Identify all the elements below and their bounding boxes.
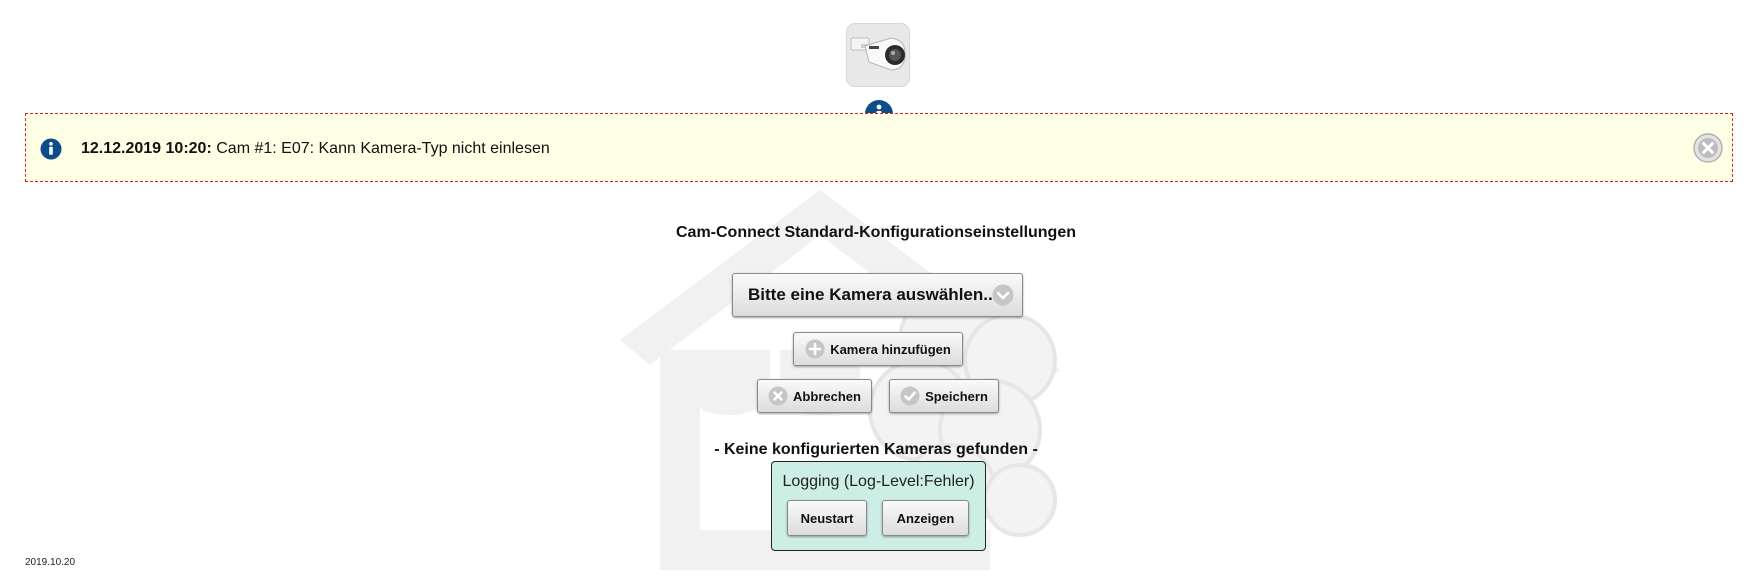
add-camera-label: Kamera hinzufügen [830, 341, 951, 357]
close-circle-icon[interactable] [1693, 133, 1723, 163]
restart-button[interactable]: Neustart [787, 500, 867, 536]
version-label: 2019.10.20 [25, 557, 76, 568]
cancel-button[interactable]: Abbrechen [757, 379, 872, 413]
security-camera-icon [850, 37, 906, 71]
checkmark-circle-icon [900, 386, 920, 406]
logging-panel: Logging (Log-Level:Fehler) Neustart Anze… [771, 461, 986, 551]
save-label: Speichern [925, 388, 988, 404]
error-notice-banner: 12.12.2019 10:20: Cam #1: E07: Kann Kame… [25, 113, 1733, 182]
notice-text: Cam #1: E07: Kann Kamera-Typ nicht einle… [216, 140, 550, 157]
page: 12.12.2019 10:20: Cam #1: E07: Kann Kame… [0, 0, 1752, 587]
camera-logo [846, 23, 910, 87]
show-log-button[interactable]: Anzeigen [882, 500, 969, 536]
save-button[interactable]: Speichern [889, 379, 999, 413]
plus-circle-icon [805, 339, 825, 359]
close-circle-icon [768, 386, 788, 406]
chevron-down-icon [992, 284, 1014, 306]
cancel-label: Abbrechen [793, 388, 861, 404]
logging-title: Logging (Log-Level:Fehler) [782, 473, 975, 490]
camera-select-button[interactable]: Bitte eine Kamera auswählen... [732, 273, 1023, 317]
camera-select-label: Bitte eine Kamera auswählen... [748, 285, 998, 304]
notice-message: 12.12.2019 10:20: Cam #1: E07: Kann Kame… [81, 139, 550, 159]
info-circle-icon [40, 138, 62, 160]
no-cameras-message: - Keine konfigurierten Kameras gefunden … [714, 441, 1038, 458]
add-camera-button[interactable]: Kamera hinzufügen [793, 332, 963, 366]
page-title: Cam-Connect Standard-Konfigurationseinst… [675, 224, 1076, 241]
notice-timestamp: 12.12.2019 10:20: [81, 140, 212, 157]
